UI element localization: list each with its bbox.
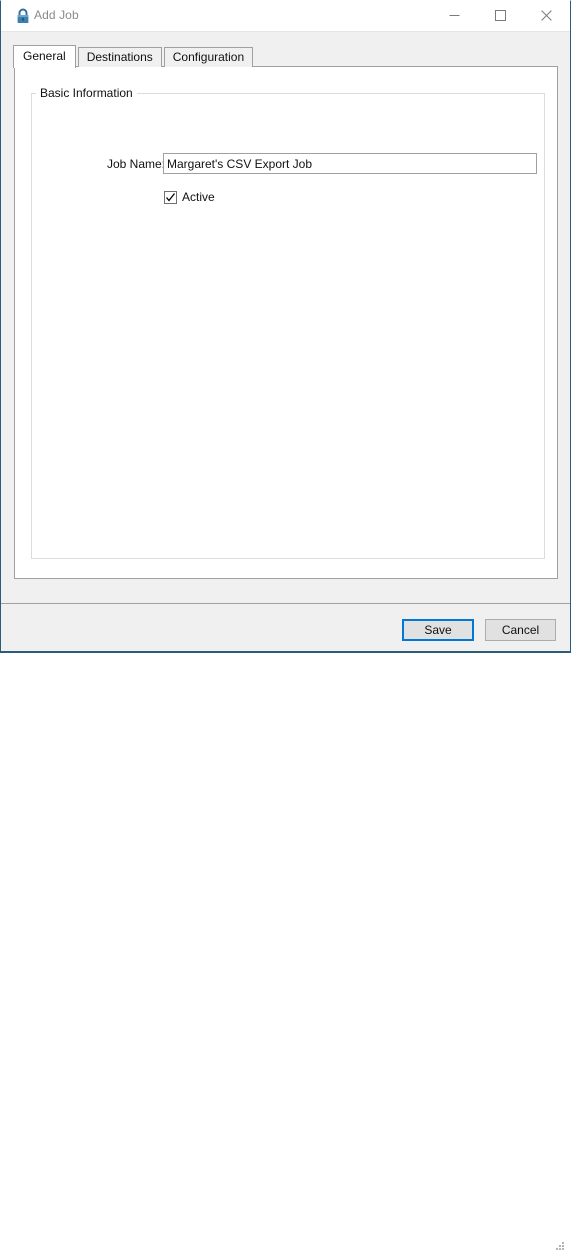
tab-destinations[interactable]: Destinations xyxy=(77,47,162,67)
tab-general[interactable]: General xyxy=(13,45,76,68)
cancel-button[interactable]: Cancel xyxy=(485,619,556,641)
window-title: Add Job xyxy=(34,8,79,22)
resize-grip-icon[interactable] xyxy=(553,1240,567,1254)
group-title: Basic Information xyxy=(36,86,137,100)
close-button[interactable] xyxy=(523,1,569,30)
maximize-button[interactable] xyxy=(477,1,523,30)
add-job-dialog-window: Add Job General Destinations Configurati… xyxy=(0,0,571,1250)
minimize-button[interactable] xyxy=(431,1,477,30)
active-checkbox-label: Active xyxy=(182,190,215,204)
tab-page-general: Basic Information Job Name: Active xyxy=(14,66,558,579)
tab-bar: General Destinations Configuration xyxy=(13,45,255,68)
save-button[interactable]: Save xyxy=(402,619,474,641)
title-bar[interactable]: Add Job xyxy=(1,1,570,32)
active-checkbox-row[interactable]: Active xyxy=(164,189,215,205)
active-checkbox[interactable] xyxy=(164,190,177,204)
checkmark-icon xyxy=(166,192,176,202)
tab-configuration[interactable]: Configuration xyxy=(163,47,254,67)
job-name-input[interactable] xyxy=(163,153,537,174)
padlock-icon xyxy=(14,7,32,25)
job-name-label: Job Name: xyxy=(106,157,165,171)
dialog-footer: Save Cancel xyxy=(1,604,570,1250)
basic-information-group: Basic Information Job Name: Active xyxy=(31,86,545,559)
